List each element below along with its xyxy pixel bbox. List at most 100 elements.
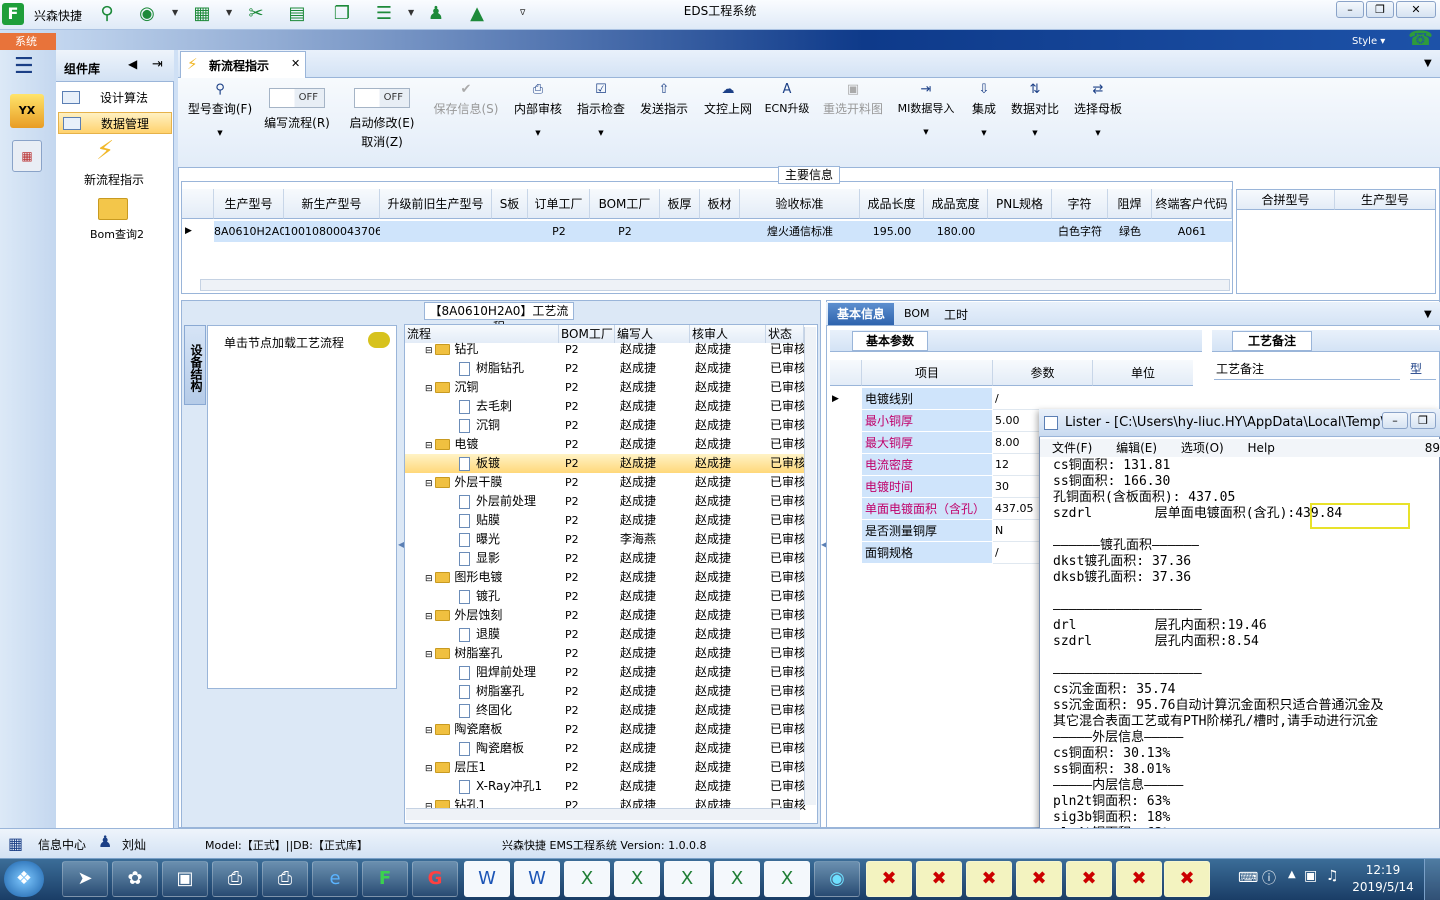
tree-row[interactable]: 阻焊前处理 P2 赵成捷 赵成捷 已审核 [405,663,806,682]
taskbar-app-eds-icon[interactable]: F [362,861,408,897]
system-tab[interactable]: 系统 [0,33,56,50]
tree-row[interactable]: 退膜 P2 赵成捷 赵成捷 已审核 [405,625,806,644]
taskbar-cad-icon[interactable]: ✖ [1016,861,1062,897]
table-cell[interactable]: 绿色 [1108,221,1152,242]
column-header[interactable]: 验收标准 [740,189,860,219]
taskbar-word-icon[interactable]: W [514,861,560,897]
side-tab-equipment[interactable]: 设备结构 [184,325,206,405]
tile-new-flow[interactable]: 新流程指示 [84,171,144,188]
data-compare-button[interactable]: ⇅ 数据对比 ▼ [1008,82,1062,137]
volume-icon[interactable]: ♫ [1326,868,1339,884]
reselect-cut-drawing-button[interactable]: ▣ 重选开料图 [820,82,886,117]
collapse-icon[interactable]: ⊟ [425,346,435,356]
instruction-check-button[interactable]: ☑ 指示检查 ▼ [574,82,628,137]
tree-row[interactable]: ⊟ 图形电镀 P2 赵成捷 赵成捷 已审核 [405,568,806,587]
taskbar-cad-icon[interactable]: ✖ [1116,861,1162,897]
tree-row[interactable]: X-Ray冲孔1 P2 赵成捷 赵成捷 已审核 [405,777,806,796]
table-cell[interactable]: A061 [1152,221,1232,242]
param-name[interactable]: 最小铜厚 [862,410,992,432]
minimize-button[interactable]: – [1336,1,1364,18]
tab-list-dropdown-icon[interactable]: ▼ [1424,58,1432,69]
taskbar-app-g-icon[interactable]: G [412,861,458,897]
close-button[interactable]: ✕ [1396,1,1436,18]
pin-icon[interactable]: ⇥ [152,57,163,72]
table-cell[interactable] [700,221,740,242]
collapse-left-icon[interactable]: ◀ [128,57,137,71]
tab-craft-notes[interactable]: 工艺备注 [1232,331,1312,351]
taskbar-cad-icon[interactable]: ✖ [866,861,912,897]
taskbar-excel-icon[interactable]: X [614,861,660,897]
table-cell[interactable]: 8A0610H2A0 [214,221,286,242]
taskbar-cad-icon[interactable]: ✖ [916,861,962,897]
tree-row[interactable]: ⊟ 外层蚀刻 P2 赵成捷 赵成捷 已审核 [405,606,806,625]
column-header[interactable]: 板材 [700,189,740,219]
menu-file[interactable]: 文件(F) [1052,441,1092,455]
taskbar-app-save-icon[interactable]: ▣ [162,861,208,897]
send-instruction-button[interactable]: ⇧ 发送指示 [636,82,692,117]
taskbar-app-eye-icon[interactable]: ◉ [814,861,860,897]
collapse-icon[interactable]: ⊟ [425,764,435,774]
horizontal-scrollbar[interactable] [200,279,1230,291]
collapse-icon[interactable]: ⊟ [425,384,435,394]
restore-button[interactable]: ❐ [1366,1,1394,18]
phone-icon[interactable]: ☎ [1408,26,1433,50]
column-header[interactable]: 终端客户代码 [1152,189,1232,219]
mi-import-button[interactable]: ⇥ MI数据导入 ▼ [894,82,958,136]
menu-help[interactable]: Help [1248,441,1275,455]
tree-row[interactable]: 树脂塞孔 P2 赵成捷 赵成捷 已审核 [405,682,806,701]
taskbar-app-shell-icon[interactable]: ✿ [112,861,158,897]
table-cell[interactable] [988,221,1052,242]
tree-row[interactable]: ⊟ 层压1 P2 赵成捷 赵成捷 已审核 [405,758,806,777]
tab-basic-params[interactable]: 基本参数 [852,331,928,351]
clock-time[interactable]: 12:19 [1352,863,1414,877]
tree-row[interactable]: 镀孔 P2 赵成捷 赵成捷 已审核 [405,587,806,606]
info-center-link[interactable]: 信息中心 [38,836,86,853]
start-modify-toggle[interactable]: OFF 启动修改(E) 取消(Z) [344,88,420,150]
column-header[interactable]: 成品宽度 [924,189,988,219]
taskbar-cad-icon[interactable]: ✖ [1164,861,1210,897]
column-header[interactable]: 升级前旧生产型号 [380,189,492,219]
cancel-button[interactable]: 取消(Z) [344,133,420,150]
taskbar-excel-icon[interactable]: X [714,861,760,897]
folder-icon[interactable] [98,198,128,220]
param-name[interactable]: 电镀时间 [862,476,992,498]
menu-edit[interactable]: 编辑(E) [1116,441,1157,455]
param-name[interactable]: 面铜规格 [862,542,992,564]
taskbar-excel-icon[interactable]: X [564,861,610,897]
column-header[interactable]: 板厚 [660,189,700,219]
taskbar-cad-icon[interactable]: ✖ [966,861,1012,897]
table-cell[interactable]: P2 [528,221,590,242]
clock-date[interactable]: 2019/5/14 [1352,880,1414,894]
collapse-icon[interactable]: ⊟ [425,574,435,584]
tree-row[interactable]: 去毛刺 P2 赵成捷 赵成捷 已审核 [405,397,806,416]
param-name[interactable]: 最大铜厚 [862,432,992,454]
tree-row[interactable]: 板镀 P2 赵成捷 赵成捷 已审核 [405,454,806,473]
collapse-icon[interactable]: ⊟ [425,479,435,489]
grid-icon[interactable]: ▦ [8,834,23,853]
tab-work-hours[interactable]: 工时 [944,306,968,323]
table-cell[interactable]: P2 [590,221,660,242]
tab-bom[interactable]: BOM [904,307,930,320]
collapse-icon[interactable]: ⊟ [425,650,435,660]
taskbar-cad-icon[interactable]: ✖ [1066,861,1112,897]
table-cell[interactable]: 10010800043706 [284,221,382,242]
integrate-button[interactable]: ⇩ 集成 ▼ [966,82,1002,137]
param-name[interactable]: 电流密度 [862,454,992,476]
component-item-data-management[interactable]: 数据管理 [58,112,172,134]
network-icon[interactable]: ▣ [1304,868,1317,884]
column-header[interactable]: 订单工厂 [528,189,590,219]
edit-flow-toggle[interactable]: OFF 编写流程(R) [258,88,336,131]
style-menu[interactable]: Style ▾ [1352,36,1385,47]
collapse-icon[interactable]: ⊟ [425,441,435,451]
tile-bom-query[interactable]: Bom查询2 [90,226,144,242]
hamburger-menu-icon[interactable]: ☰ [14,54,34,79]
component-item-design-algorithm[interactable]: 设计算法 [58,87,172,109]
tree-row[interactable]: ⊟ 钻孔 P2 赵成捷 赵成捷 已审核 [405,340,806,359]
taskbar-excel-icon[interactable]: X [664,861,710,897]
tree-row[interactable]: ⊟ 树脂塞孔 P2 赵成捷 赵成捷 已审核 [405,644,806,663]
table-cell[interactable] [660,221,700,242]
tree-row[interactable]: 树脂钻孔 P2 赵成捷 赵成捷 已审核 [405,359,806,378]
taskbar-app-printer-icon[interactable]: ⎙ [212,861,258,897]
collapse-icon[interactable]: ⊟ [425,612,435,622]
close-tab-icon[interactable]: ✕ [291,57,300,70]
